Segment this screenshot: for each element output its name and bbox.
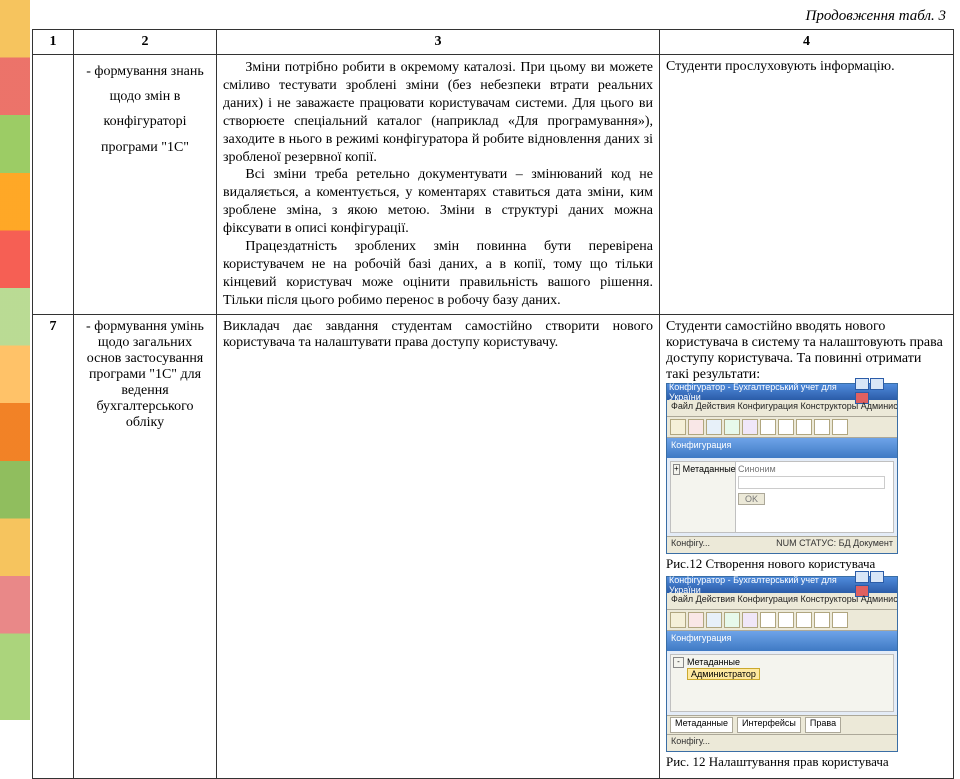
tree-node: +Метаданные bbox=[673, 464, 733, 475]
tool-icon bbox=[814, 612, 830, 628]
row1-p1: Зміни потрібно робити в окремому каталоз… bbox=[223, 59, 653, 166]
row2-objectives: - формування умінь щодо загальних основ … bbox=[74, 314, 217, 778]
table-row: 7 - формування умінь щодо загальних осно… bbox=[33, 314, 954, 778]
row1-p3: Працездатність зроблених змін повинна бу… bbox=[223, 238, 653, 310]
selected-node: Администратор bbox=[687, 668, 760, 680]
row2-result-text: Студенти самостійно вводять нового корис… bbox=[666, 319, 947, 383]
row2-activity: Викладач дає завдання студентам самостій… bbox=[217, 314, 660, 778]
expand-icon: + bbox=[673, 464, 680, 475]
header-col-2: 2 bbox=[74, 30, 217, 55]
header-col-4: 4 bbox=[660, 30, 954, 55]
row2-student-activity: Студенти самостійно вводять нового корис… bbox=[660, 314, 954, 778]
tool-icon bbox=[796, 612, 812, 628]
header-col-3: 3 bbox=[217, 30, 660, 55]
tree-node: -Метаданные bbox=[673, 657, 891, 668]
decorative-left-border bbox=[0, 0, 30, 720]
tool-icon bbox=[832, 419, 848, 435]
tool-icon bbox=[670, 612, 686, 628]
toolbar bbox=[667, 610, 897, 631]
window-body: +Метаданные Синоним OK bbox=[670, 461, 894, 533]
row2-num: 7 bbox=[33, 314, 74, 778]
tool-icon bbox=[796, 419, 812, 435]
screenshot-create-user: Конфігуратор - Бухгалтерський учет для У… bbox=[666, 383, 898, 554]
ok-button: OK bbox=[738, 493, 765, 505]
tree-area: -Метаданные Администратор bbox=[671, 655, 893, 711]
detail-input bbox=[738, 476, 885, 489]
maximize-icon bbox=[870, 571, 884, 583]
tool-icon bbox=[688, 419, 704, 435]
lesson-table: 1 2 3 4 - формування знань щодо змін в к… bbox=[32, 29, 954, 779]
tab-metadata: Метаданные bbox=[670, 717, 733, 733]
table-header-row: 1 2 3 4 bbox=[33, 30, 954, 55]
tool-icon bbox=[670, 419, 686, 435]
tool-icon bbox=[742, 419, 758, 435]
tool-icon bbox=[742, 612, 758, 628]
row1-student-activity: Студенти прослуховують інформацію. bbox=[660, 55, 954, 315]
status-left: Конфігу... bbox=[671, 736, 710, 750]
row1-num bbox=[33, 55, 74, 315]
status-bar: Конфігу... NUM СТАТУС: БД Документ bbox=[667, 536, 897, 553]
minimize-icon bbox=[855, 378, 869, 390]
tool-icon bbox=[706, 612, 722, 628]
document-content: Продовження табл. 3 1 2 3 4 - формування… bbox=[32, 6, 954, 779]
tab-interfaces: Интерфейсы bbox=[737, 717, 801, 733]
menu-bar: Файл Действия Конфигурация Конструкторы … bbox=[667, 593, 897, 610]
expand-icon: - bbox=[673, 657, 684, 668]
window-title: Конфігуратор - Бухгалтерський учет для У… bbox=[669, 382, 854, 402]
detail-label: Синоним bbox=[738, 464, 891, 474]
window-body: -Метаданные Администратор bbox=[670, 654, 894, 712]
table-continuation-caption: Продовження табл. 3 bbox=[32, 6, 954, 29]
tree-label: Метаданные bbox=[683, 464, 736, 474]
sub-window-title: Конфигурация bbox=[667, 631, 897, 651]
status-bar: Конфігу... bbox=[667, 734, 897, 751]
tool-icon bbox=[724, 612, 740, 628]
row1-objectives: - формування знань щодо змін в конфігура… bbox=[74, 55, 217, 315]
status-right: NUM СТАТУС: БД Документ bbox=[776, 538, 893, 552]
row1-p2: Всі зміни треба ретельно документувати –… bbox=[223, 166, 653, 238]
tool-icon bbox=[778, 612, 794, 628]
menu-bar: Файл Действия Конфигурация Конструкторы … bbox=[667, 400, 897, 417]
table-row: - формування знань щодо змін в конфігура… bbox=[33, 55, 954, 315]
tool-icon bbox=[724, 419, 740, 435]
status-left: Конфігу... bbox=[671, 538, 710, 552]
row1-activity: Зміни потрібно робити в окремому каталоз… bbox=[217, 55, 660, 315]
minimize-icon bbox=[855, 571, 869, 583]
figure-caption-2: Рис. 12 Налаштування прав користувача bbox=[666, 754, 947, 770]
tree-label: Метаданные bbox=[687, 657, 740, 667]
window-titlebar: Конфігуратор - Бухгалтерський учет для У… bbox=[667, 384, 897, 400]
window-title: Конфігуратор - Бухгалтерський учет для У… bbox=[669, 575, 854, 595]
maximize-icon bbox=[870, 378, 884, 390]
screenshot-user-rights: Конфігуратор - Бухгалтерський учет для У… bbox=[666, 576, 898, 752]
header-col-1: 1 bbox=[33, 30, 74, 55]
tool-icon bbox=[832, 612, 848, 628]
tool-icon bbox=[688, 612, 704, 628]
tool-icon bbox=[814, 419, 830, 435]
toolbar bbox=[667, 417, 897, 438]
window-titlebar: Конфігуратор - Бухгалтерський учет для У… bbox=[667, 577, 897, 593]
tool-icon bbox=[760, 612, 776, 628]
figure-caption-1: Рис.12 Створення нового користувача bbox=[666, 556, 947, 572]
tool-icon bbox=[760, 419, 776, 435]
tree-sidebar: +Метаданные bbox=[671, 462, 736, 532]
detail-pane: Синоним OK bbox=[736, 462, 893, 532]
sub-window-title: Конфигурация bbox=[667, 438, 897, 458]
tool-icon bbox=[778, 419, 794, 435]
tab-rights: Права bbox=[805, 717, 841, 733]
tool-icon bbox=[706, 419, 722, 435]
tab-bar: Метаданные Интерфейсы Права bbox=[667, 715, 897, 734]
row1-objectives-text: - формування знань щодо змін в конфігура… bbox=[80, 59, 210, 160]
